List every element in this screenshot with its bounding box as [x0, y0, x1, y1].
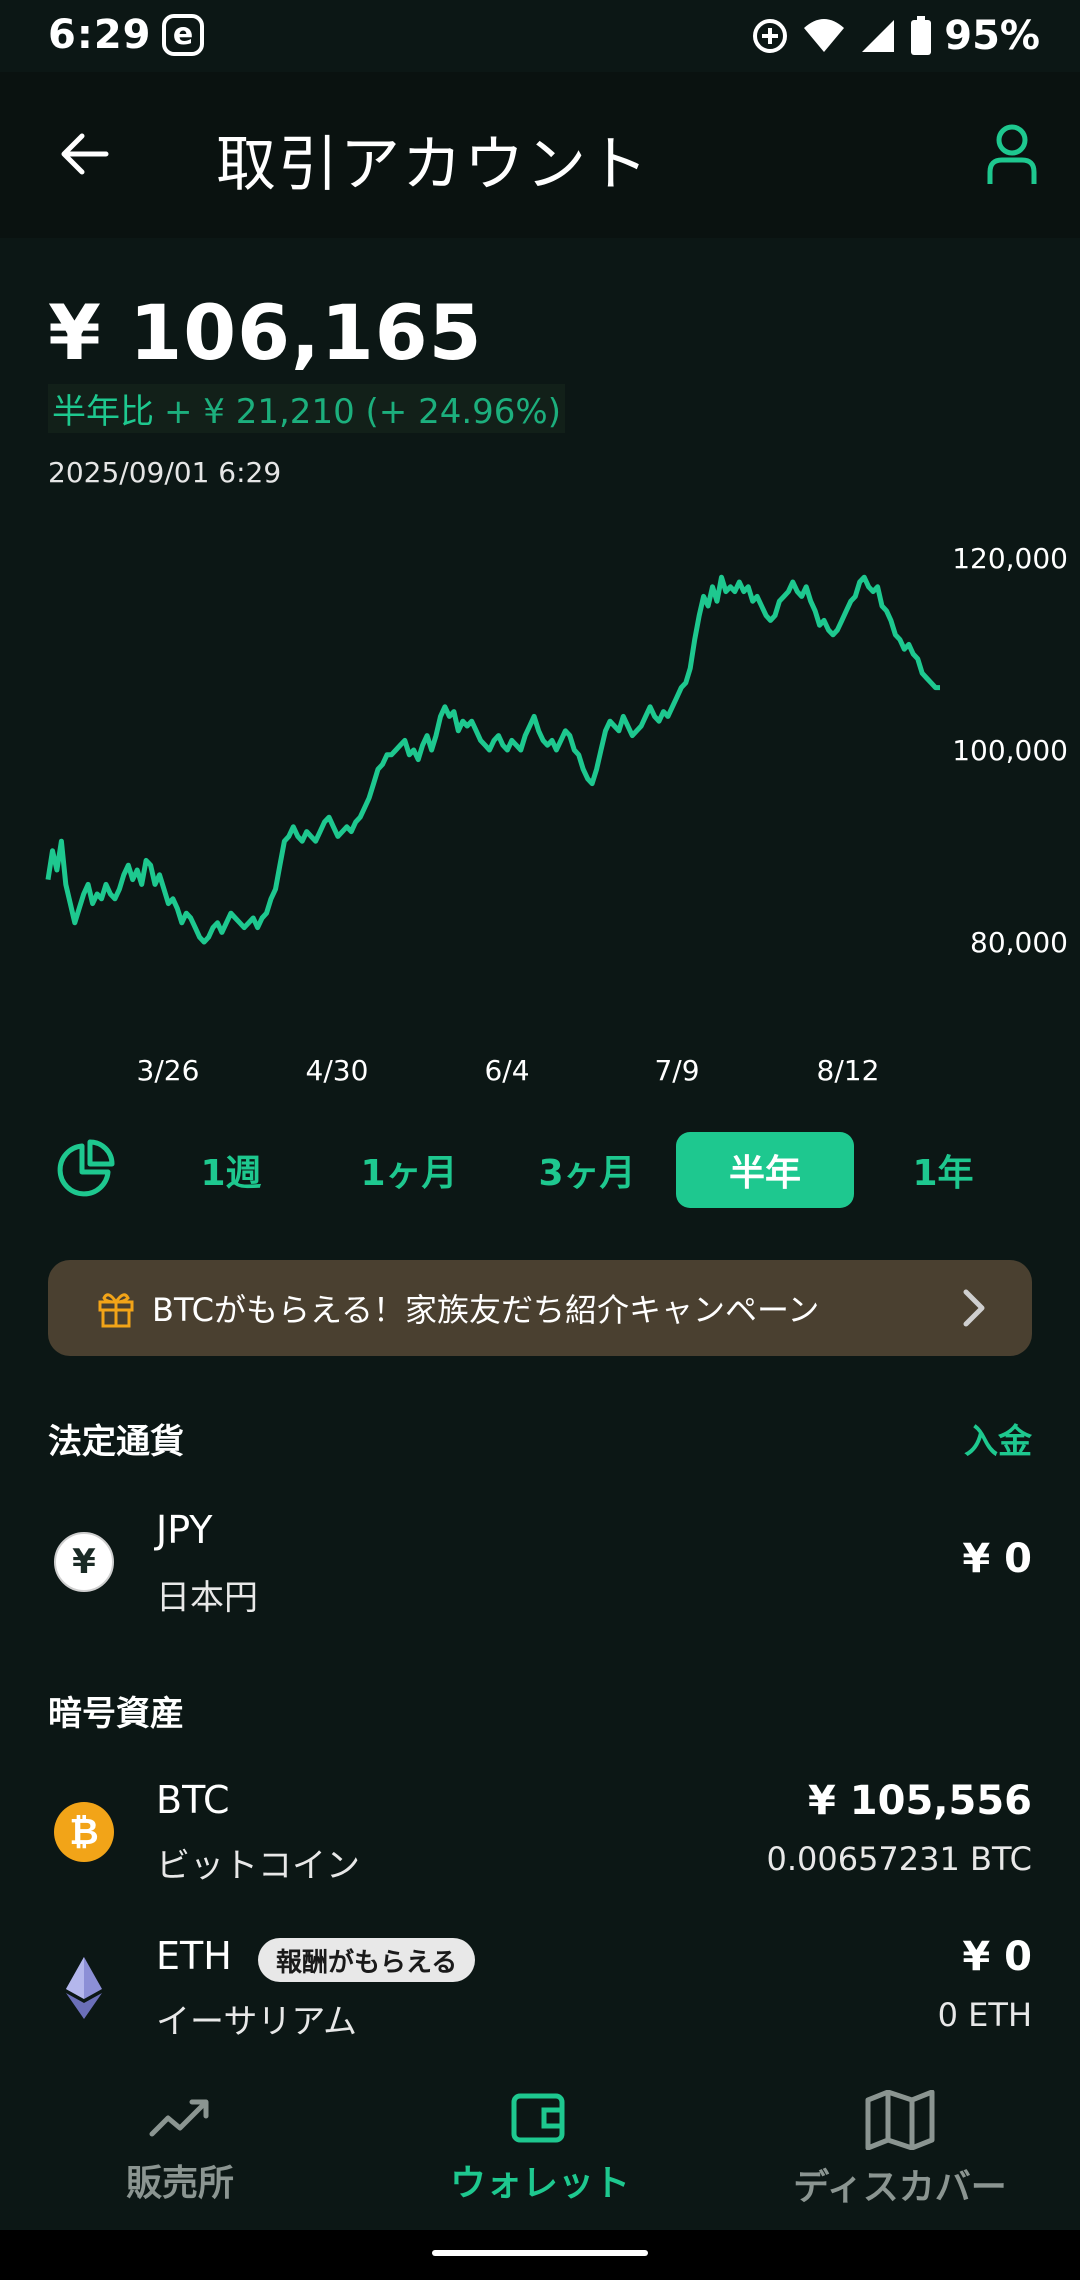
balance-timestamp: 2025/09/01 6:29	[48, 456, 282, 489]
home-indicator[interactable]	[432, 2250, 648, 2256]
pie-chart-icon	[57, 1139, 115, 1197]
asset-amount-eth: 0 ETH	[937, 1996, 1032, 2034]
chart-svg: 120,000 100,000 80,000 3/26 4/30 6/4 7/9 8/12	[45, 542, 1068, 1087]
change-period-label: 半年比	[52, 392, 154, 432]
range-tab-2[interactable]: 3ヶ月	[498, 1132, 676, 1208]
nav-label-discover: ディスカバー	[793, 2167, 1007, 2208]
asset-row-btc[interactable]	[0, 1766, 1080, 1896]
map-icon	[865, 2090, 935, 2150]
nav-item-exchange[interactable]: 販売所	[0, 2090, 360, 2206]
deposit-link[interactable]: 入金	[964, 1414, 1032, 1463]
wifi-icon	[804, 19, 845, 52]
total-balance: ¥ 106,165	[48, 288, 483, 377]
x-tick-label: 8/12	[817, 1054, 880, 1087]
campaign-banner[interactable]: BTCがもらえる！家族友だち紹介キャンペーン	[48, 1260, 1032, 1356]
data-saver-icon	[753, 19, 788, 53]
x-tick-label: 4/30	[306, 1054, 369, 1087]
reward-badge: 報酬がもらえる	[258, 1938, 476, 1982]
banner-text: BTCがもらえる！家族友だち紹介キャンペーン	[152, 1291, 820, 1329]
user-icon	[987, 124, 1037, 184]
range-tab-0[interactable]: 1週	[142, 1132, 320, 1208]
y-tick-label: 100,000	[952, 734, 1068, 767]
nav-item-discover[interactable]: ディスカバー	[720, 2090, 1080, 2210]
period-change: 半年比 + ¥ 21,210 (+ 24.96%)	[48, 384, 565, 433]
eth-diamond-icon	[66, 1957, 102, 2019]
battery-icon	[911, 16, 932, 55]
crypto-section-title: 暗号資産	[48, 1694, 184, 1734]
nav-label-wallet: ウォレット	[449, 2163, 630, 2204]
price-chart[interactable]: 120,000 100,000 80,000 3/26 4/30 6/4 7/9 8/12	[0, 520, 1080, 1100]
wallet-icon	[511, 2093, 565, 2143]
x-tick-label: 6/4	[484, 1054, 529, 1087]
y-tick-label: 120,000	[952, 542, 1068, 575]
change-value: + ¥ 21,210 (+ 24.96%)	[164, 392, 561, 432]
y-tick-label: 80,000	[970, 926, 1068, 959]
profile-button[interactable]	[976, 118, 1048, 190]
range-tab-1[interactable]: 1ヶ月	[320, 1132, 498, 1208]
status-icons: 95%	[750, 12, 1040, 60]
nav-label-exchange: 販売所	[125, 2163, 234, 2204]
range-tab-3[interactable]: 半年	[676, 1132, 854, 1208]
range-tab-4[interactable]: 1年	[854, 1132, 1032, 1208]
signal-icon	[862, 20, 895, 52]
asset-row-jpy[interactable]	[0, 1496, 1080, 1626]
allocation-button[interactable]	[48, 1134, 120, 1206]
x-tick-label: 7/9	[654, 1054, 699, 1087]
fiat-section-title: 法定通貨	[48, 1422, 184, 1462]
asset-value-eth: ¥ 0	[962, 1934, 1032, 1980]
asset-code-eth: ETH	[156, 1934, 232, 1978]
gift-icon	[98, 1293, 134, 1328]
page-title: 取引アカウント	[216, 130, 650, 200]
status-time: 6:29	[48, 12, 152, 58]
nav-item-wallet[interactable]: ウォレット	[360, 2090, 720, 2206]
chevron-right-icon	[963, 1289, 985, 1327]
battery-percent: 95%	[944, 13, 1040, 59]
x-tick-label: 3/26	[137, 1054, 200, 1087]
trend-icon	[149, 2099, 209, 2137]
arrow-left-icon	[61, 133, 109, 175]
asset-name-eth: イーサリアム	[156, 2002, 357, 2042]
app-notification-icon: e	[162, 14, 204, 56]
chart-line	[45, 574, 940, 945]
ethereum-icon	[54, 1957, 114, 2019]
back-button[interactable]	[48, 118, 120, 190]
